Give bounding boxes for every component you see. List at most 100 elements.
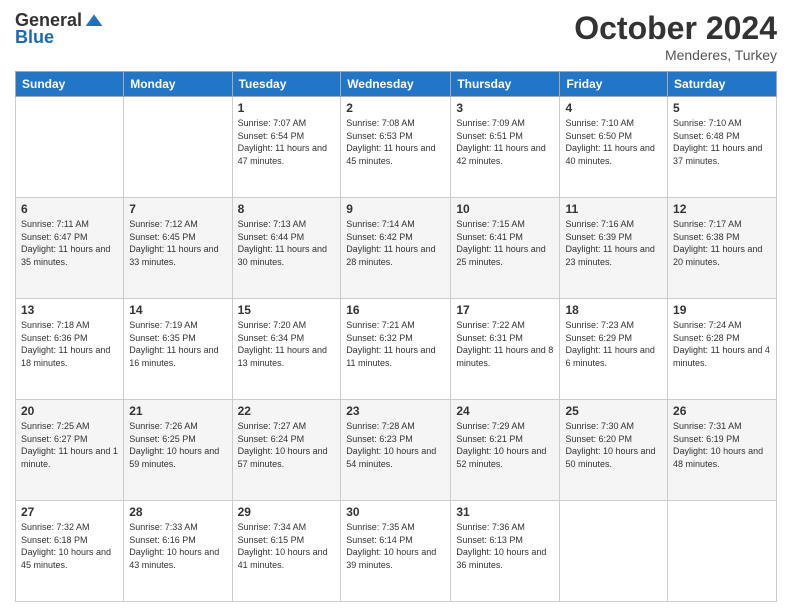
calendar-week-3: 13Sunrise: 7:18 AMSunset: 6:36 PMDayligh… — [16, 299, 777, 400]
calendar-cell: 13Sunrise: 7:18 AMSunset: 6:36 PMDayligh… — [16, 299, 124, 400]
calendar-week-2: 6 Sunrise: 7:11 AMSunset: 6:47 PMDaylight… — [16, 198, 777, 299]
day-number: 5 — [673, 101, 771, 115]
day-info: Sunrise: 7:25 AMSunset: 6:27 PMDaylight:… — [21, 420, 118, 470]
calendar-cell: 29 Sunrise: 7:34 AMSunset: 6:15 PMDayligh… — [232, 501, 341, 602]
header-row: Sunday Monday Tuesday Wednesday Thursday… — [16, 72, 777, 97]
col-sunday: Sunday — [16, 72, 124, 97]
calendar-cell: 1Sunrise: 7:07 AMSunset: 6:54 PMDaylight… — [232, 97, 341, 198]
day-number: 27 — [21, 505, 118, 519]
calendar-cell: 25Sunrise: 7:30 AMSunset: 6:20 PMDayligh… — [560, 400, 668, 501]
calendar-cell: 28 Sunrise: 7:33 AMSunset: 6:16 PMDayligh… — [124, 501, 232, 602]
day-number: 21 — [129, 404, 226, 418]
calendar-cell — [16, 97, 124, 198]
calendar-cell: 20 Sunrise: 7:25 AMSunset: 6:27 PMDayligh… — [16, 400, 124, 501]
day-number: 10 — [456, 202, 554, 216]
header: General Blue October 2024 Menderes, Turk… — [15, 10, 777, 63]
day-number: 7 — [129, 202, 226, 216]
day-info: Sunrise: 7:21 AMSunset: 6:32 PMDaylight:… — [346, 319, 445, 369]
col-tuesday: Tuesday — [232, 72, 341, 97]
calendar-cell — [560, 501, 668, 602]
day-number: 16 — [346, 303, 445, 317]
calendar-cell: 4Sunrise: 7:10 AMSunset: 6:50 PMDaylight… — [560, 97, 668, 198]
col-wednesday: Wednesday — [341, 72, 451, 97]
day-number: 29 — [238, 505, 336, 519]
calendar-cell — [124, 97, 232, 198]
day-info: Sunrise: 7:10 AMSunset: 6:50 PMDaylight:… — [565, 117, 662, 167]
calendar-cell: 19Sunrise: 7:24 AMSunset: 6:28 PMDayligh… — [668, 299, 777, 400]
calendar-cell: 24 Sunrise: 7:29 AMSunset: 6:21 PMDayligh… — [451, 400, 560, 501]
day-number: 22 — [238, 404, 336, 418]
day-info: Sunrise: 7:14 AMSunset: 6:42 PMDaylight:… — [346, 218, 445, 268]
calendar-cell: 17 Sunrise: 7:22 AMSunset: 6:31 PMDayligh… — [451, 299, 560, 400]
day-info: Sunrise: 7:12 AMSunset: 6:45 PMDaylight:… — [129, 218, 226, 268]
calendar-cell: 9 Sunrise: 7:14 AMSunset: 6:42 PMDaylight… — [341, 198, 451, 299]
day-number: 3 — [456, 101, 554, 115]
calendar-week-4: 20 Sunrise: 7:25 AMSunset: 6:27 PMDayligh… — [16, 400, 777, 501]
day-number: 9 — [346, 202, 445, 216]
day-info: Sunrise: 7:29 AMSunset: 6:21 PMDaylight:… — [456, 420, 554, 470]
calendar-cell: 2 Sunrise: 7:08 AMSunset: 6:53 PMDaylight… — [341, 97, 451, 198]
day-number: 6 — [21, 202, 118, 216]
location: Menderes, Turkey — [574, 47, 777, 63]
day-info: Sunrise: 7:16 AMSunset: 6:39 PMDaylight:… — [565, 218, 662, 268]
calendar-cell: 22Sunrise: 7:27 AMSunset: 6:24 PMDayligh… — [232, 400, 341, 501]
day-info: Sunrise: 7:33 AMSunset: 6:16 PMDaylight:… — [129, 521, 226, 571]
day-number: 26 — [673, 404, 771, 418]
day-number: 2 — [346, 101, 445, 115]
day-info: Sunrise: 7:32 AMSunset: 6:18 PMDaylight:… — [21, 521, 118, 571]
calendar-cell: 21 Sunrise: 7:26 AMSunset: 6:25 PMDayligh… — [124, 400, 232, 501]
calendar-cell: 18 Sunrise: 7:23 AMSunset: 6:29 PMDayligh… — [560, 299, 668, 400]
calendar-cell: 10 Sunrise: 7:15 AMSunset: 6:41 PMDayligh… — [451, 198, 560, 299]
calendar-table: Sunday Monday Tuesday Wednesday Thursday… — [15, 71, 777, 602]
day-number: 15 — [238, 303, 336, 317]
day-number: 24 — [456, 404, 554, 418]
day-number: 8 — [238, 202, 336, 216]
day-info: Sunrise: 7:23 AMSunset: 6:29 PMDaylight:… — [565, 319, 662, 369]
day-number: 18 — [565, 303, 662, 317]
logo: General Blue — [15, 10, 104, 48]
month-title: October 2024 — [574, 10, 777, 47]
day-number: 19 — [673, 303, 771, 317]
day-number: 30 — [346, 505, 445, 519]
day-number: 31 — [456, 505, 554, 519]
day-number: 20 — [21, 404, 118, 418]
day-number: 17 — [456, 303, 554, 317]
day-info: Sunrise: 7:19 AMSunset: 6:35 PMDaylight:… — [129, 319, 226, 369]
calendar-cell: 11 Sunrise: 7:16 AMSunset: 6:39 PMDayligh… — [560, 198, 668, 299]
day-number: 28 — [129, 505, 226, 519]
page: General Blue October 2024 Menderes, Turk… — [0, 0, 792, 612]
calendar-cell: 7 Sunrise: 7:12 AMSunset: 6:45 PMDaylight… — [124, 198, 232, 299]
day-info: Sunrise: 7:34 AMSunset: 6:15 PMDaylight:… — [238, 521, 336, 571]
calendar-cell — [668, 501, 777, 602]
calendar-cell: 23 Sunrise: 7:28 AMSunset: 6:23 PMDayligh… — [341, 400, 451, 501]
day-info: Sunrise: 7:35 AMSunset: 6:14 PMDaylight:… — [346, 521, 445, 571]
day-number: 11 — [565, 202, 662, 216]
day-number: 1 — [238, 101, 336, 115]
day-info: Sunrise: 7:11 AMSunset: 6:47 PMDaylight:… — [21, 218, 118, 268]
day-info: Sunrise: 7:15 AMSunset: 6:41 PMDaylight:… — [456, 218, 554, 268]
calendar-cell: 8Sunrise: 7:13 AMSunset: 6:44 PMDaylight… — [232, 198, 341, 299]
title-section: October 2024 Menderes, Turkey — [574, 10, 777, 63]
calendar-cell: 6 Sunrise: 7:11 AMSunset: 6:47 PMDaylight… — [16, 198, 124, 299]
calendar-cell: 3Sunrise: 7:09 AMSunset: 6:51 PMDaylight… — [451, 97, 560, 198]
logo-icon — [84, 11, 104, 31]
col-monday: Monday — [124, 72, 232, 97]
day-info: Sunrise: 7:36 AMSunset: 6:13 PMDaylight:… — [456, 521, 554, 571]
calendar-cell: 31 Sunrise: 7:36 AMSunset: 6:13 PMDayligh… — [451, 501, 560, 602]
day-info: Sunrise: 7:22 AMSunset: 6:31 PMDaylight:… — [456, 319, 554, 369]
day-number: 13 — [21, 303, 118, 317]
calendar-cell: 14Sunrise: 7:19 AMSunset: 6:35 PMDayligh… — [124, 299, 232, 400]
day-info: Sunrise: 7:08 AMSunset: 6:53 PMDaylight:… — [346, 117, 445, 167]
day-info: Sunrise: 7:31 AMSunset: 6:19 PMDaylight:… — [673, 420, 771, 470]
day-info: Sunrise: 7:26 AMSunset: 6:25 PMDaylight:… — [129, 420, 226, 470]
day-number: 23 — [346, 404, 445, 418]
day-info: Sunrise: 7:17 AMSunset: 6:38 PMDaylight:… — [673, 218, 771, 268]
calendar-cell: 12 Sunrise: 7:17 AMSunset: 6:38 PMDayligh… — [668, 198, 777, 299]
calendar-cell: 26 Sunrise: 7:31 AMSunset: 6:19 PMDayligh… — [668, 400, 777, 501]
day-info: Sunrise: 7:10 AMSunset: 6:48 PMDaylight:… — [673, 117, 771, 167]
day-info: Sunrise: 7:28 AMSunset: 6:23 PMDaylight:… — [346, 420, 445, 470]
col-saturday: Saturday — [668, 72, 777, 97]
day-number: 12 — [673, 202, 771, 216]
col-thursday: Thursday — [451, 72, 560, 97]
day-number: 25 — [565, 404, 662, 418]
